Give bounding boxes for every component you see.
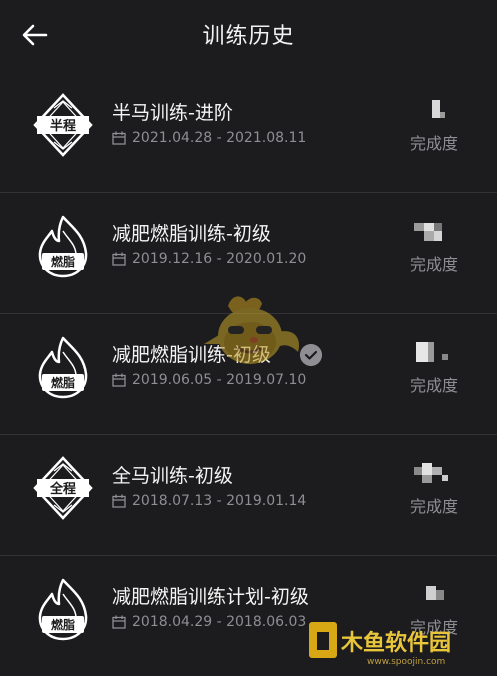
top-bar: 训练历史 bbox=[0, 0, 497, 72]
calendar-icon bbox=[112, 615, 126, 629]
progress-value-blurred bbox=[414, 463, 448, 483]
page-title: 训练历史 bbox=[202, 24, 295, 49]
progress-value-blurred bbox=[414, 223, 442, 241]
list-item[interactable]: 半程 半马训练-进阶 2021.04.28 - 2021.08.11 完成度 bbox=[0, 72, 497, 193]
diamond-medal-icon: 全程 bbox=[33, 456, 93, 520]
progress-label: 完成度 bbox=[410, 134, 459, 153]
calendar-icon bbox=[112, 252, 126, 266]
svg-text:www.spoojin.com: www.spoojin.com bbox=[367, 657, 445, 667]
badge-label: 全程 bbox=[49, 481, 76, 497]
badge-label: 燃脂 bbox=[51, 254, 75, 269]
calendar-icon bbox=[112, 373, 126, 387]
calendar-icon bbox=[112, 494, 126, 508]
flame-icon: 燃脂 bbox=[38, 336, 88, 399]
flame-icon: 燃脂 bbox=[38, 578, 88, 641]
list-item[interactable]: 全程 全马训练-初级 2018.07.13 - 2019.01.14 完成度 bbox=[0, 435, 497, 556]
mascot-watermark-icon bbox=[204, 296, 300, 364]
badge-label: 半程 bbox=[50, 118, 76, 134]
progress-value-blurred bbox=[432, 100, 445, 118]
svg-text:木鱼软件园: 木鱼软件园 bbox=[340, 630, 451, 656]
diamond-medal-icon: 半程 bbox=[33, 93, 93, 157]
badge-label: 燃脂 bbox=[51, 617, 75, 632]
plan-name: 减肥燃脂训练-初级 bbox=[112, 223, 271, 245]
training-history-list: 半程 半马训练-进阶 2021.04.28 - 2021.08.11 完成度 燃… bbox=[0, 72, 497, 676]
flame-icon: 燃脂 bbox=[38, 215, 88, 278]
progress-label: 完成度 bbox=[410, 255, 459, 274]
progress-value-blurred bbox=[416, 342, 448, 362]
plan-name: 半马训练-进阶 bbox=[112, 102, 233, 124]
progress-value-blurred bbox=[426, 586, 444, 600]
site-watermark-logo: 木鱼软件园 www.spoojin.com bbox=[309, 622, 451, 667]
badge-label: 燃脂 bbox=[51, 375, 75, 390]
progress-label: 完成度 bbox=[410, 497, 459, 516]
plan-name: 减肥燃脂训练计划-初级 bbox=[112, 586, 309, 608]
calendar-icon bbox=[112, 131, 126, 145]
progress-label: 完成度 bbox=[410, 376, 459, 395]
plan-name: 全马训练-初级 bbox=[112, 465, 233, 487]
